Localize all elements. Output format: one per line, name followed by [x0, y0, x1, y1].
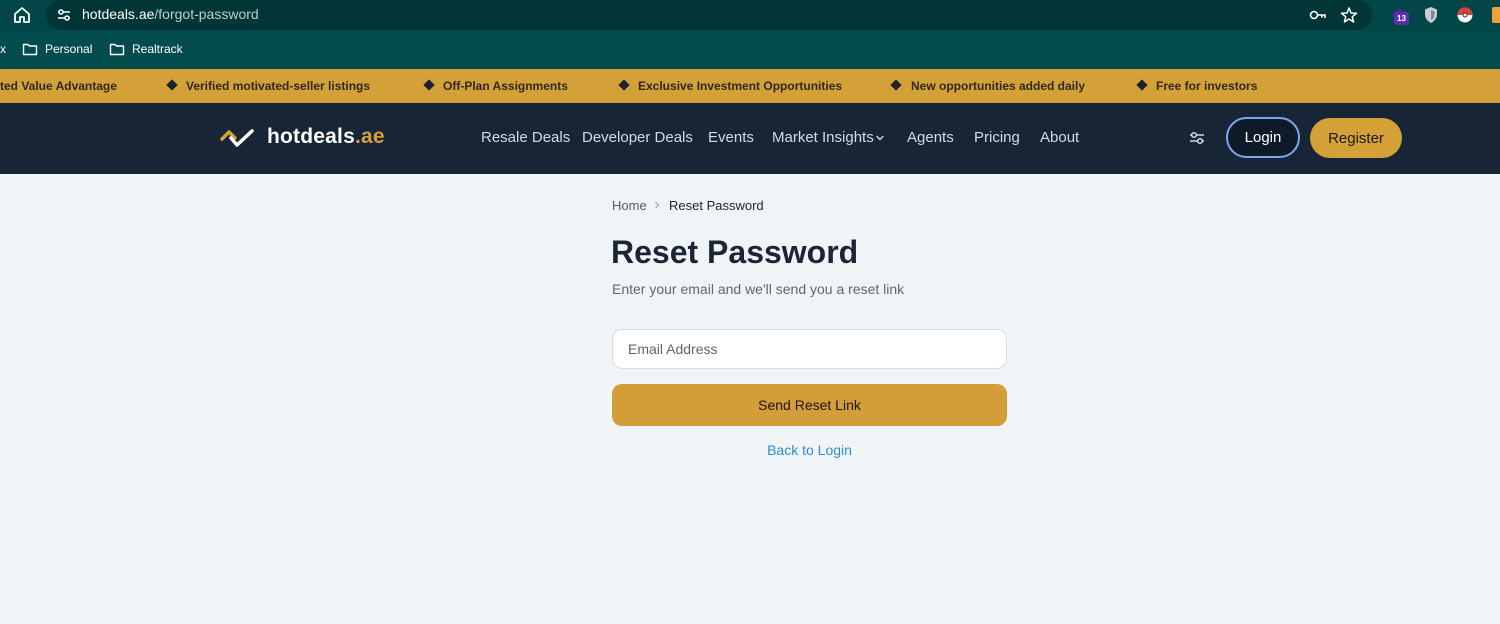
nav-agents[interactable]: Agents — [907, 129, 954, 146]
logo-main: hotdeals — [267, 125, 355, 148]
back-to-login-link[interactable]: Back to Login — [612, 442, 1007, 458]
browser-toolbar: hotdeals.ae/forgot-password 13 — [0, 0, 1500, 31]
ticker-item: Verified motivated-seller listings — [186, 79, 371, 93]
diamond-icon — [1136, 79, 1148, 91]
filter-settings-icon[interactable] — [1187, 128, 1207, 148]
email-field[interactable] — [612, 329, 1007, 369]
nav-about[interactable]: About — [1040, 129, 1079, 146]
chevron-right-icon — [655, 201, 660, 209]
pokeball-extension-icon[interactable] — [1455, 5, 1475, 25]
breadcrumb-current: Reset Password — [669, 198, 764, 213]
home-icon[interactable] — [12, 5, 32, 25]
bookmark-folder-personal[interactable]: Personal — [22, 42, 92, 56]
ticker-item: Exclusive Investment Opportunities — [638, 79, 843, 93]
extension-icon-partial[interactable] — [1492, 7, 1500, 23]
nav-market-insights[interactable]: Market Insights — [772, 129, 874, 146]
register-button[interactable]: Register — [1310, 118, 1402, 158]
logo-icon[interactable] — [219, 126, 255, 150]
logo-wordmark[interactable]: hotdeals.ae — [267, 125, 385, 149]
password-key-icon[interactable] — [1309, 7, 1327, 23]
extension-badge: 13 — [1394, 12, 1409, 25]
bookmark-star-icon[interactable] — [1340, 6, 1358, 24]
bookmark-label: x — [0, 42, 6, 56]
nav-developer-deals[interactable]: Developer Deals — [582, 129, 693, 146]
site-settings-icon[interactable] — [56, 7, 72, 23]
ticker-item: ted Value Advantage — [0, 79, 117, 93]
url-domain: hotdeals.ae — [82, 6, 155, 22]
diamond-icon — [618, 79, 630, 91]
chevron-down-icon[interactable] — [875, 133, 885, 143]
diamond-icon — [423, 79, 435, 91]
diamond-icon — [890, 79, 902, 91]
url-path: /forgot-password — [154, 6, 259, 22]
diamond-icon — [166, 79, 178, 91]
announcement-ticker: ted Value Advantage Verified motivated-s… — [0, 69, 1500, 103]
page-title: Reset Password — [611, 234, 859, 270]
bookmarks-bar: x Personal Realtrack — [0, 31, 1500, 69]
ticker-item: Off-Plan Assignments — [443, 79, 568, 93]
ticker-item: New opportunities added daily — [911, 79, 1086, 93]
page-subtitle: Enter your email and we'll send you a re… — [612, 281, 905, 297]
shield-extension-icon[interactable] — [1421, 5, 1441, 25]
bookmark-label: Personal — [45, 42, 93, 56]
url-text[interactable]: hotdeals.ae/forgot-password — [82, 6, 259, 22]
breadcrumb-home[interactable]: Home — [612, 198, 647, 213]
bookmark-folder-realtrack[interactable]: Realtrack — [109, 42, 183, 56]
send-reset-link-button[interactable]: Send Reset Link — [612, 384, 1007, 426]
folder-icon — [109, 43, 125, 56]
nav-pricing[interactable]: Pricing — [974, 129, 1020, 146]
bookmark-item[interactable]: x — [0, 42, 6, 56]
logo-tld: .ae — [354, 125, 385, 148]
nav-events[interactable]: Events — [708, 129, 754, 146]
bookmark-label: Realtrack — [132, 42, 183, 56]
ticker-item: Free for investors — [1156, 79, 1258, 93]
login-button[interactable]: Login — [1226, 117, 1300, 158]
nav-resale-deals[interactable]: Resale Deals — [481, 129, 570, 146]
folder-icon — [22, 43, 38, 56]
